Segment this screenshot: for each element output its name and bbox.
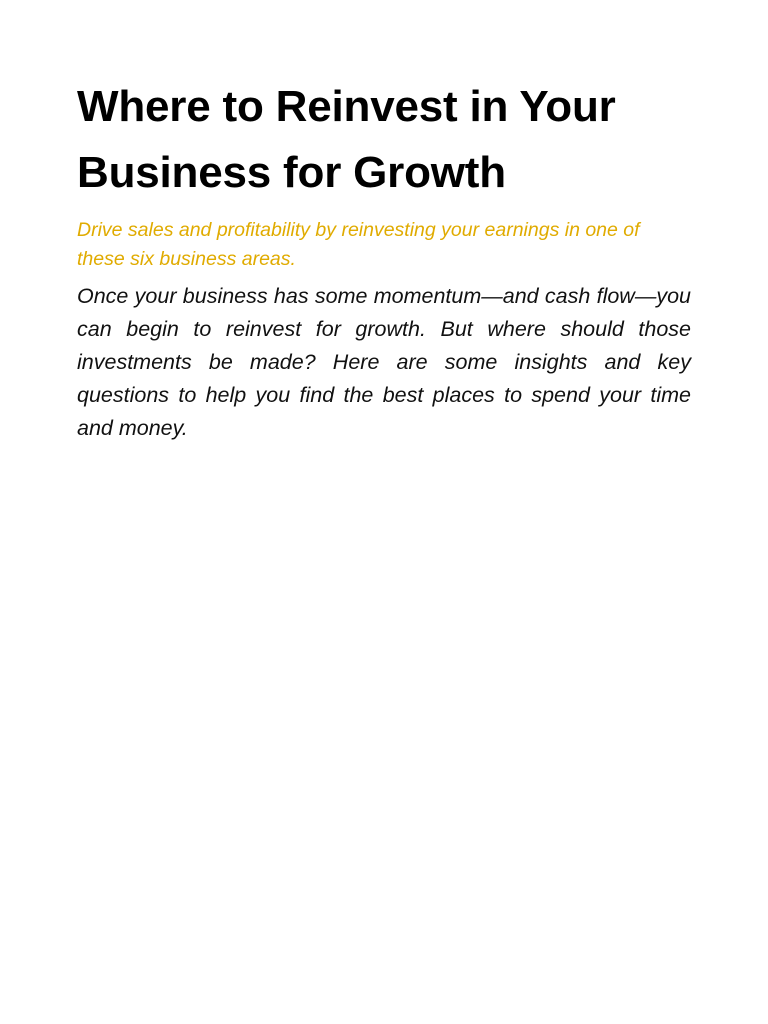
article-subtitle: Drive sales and profitability by reinves… — [77, 219, 640, 270]
article-title: Where to Reinvest in Your Business for G… — [77, 82, 616, 197]
article-intro-paragraph: Once your business has some momentum—and… — [77, 284, 691, 440]
article: Where to Reinvest in Your Business for G… — [77, 74, 691, 445]
